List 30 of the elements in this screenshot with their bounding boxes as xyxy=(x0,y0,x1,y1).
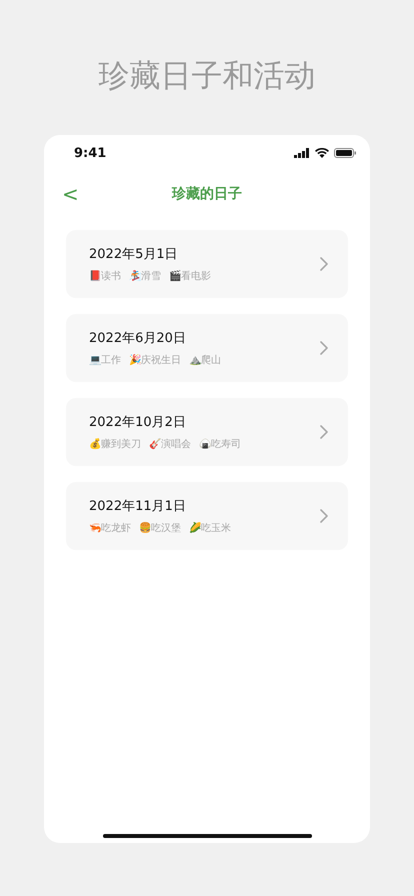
day-date: 2022年10月2日 xyxy=(89,414,187,431)
day-card[interactable]: 2022年11月1日 🦐吃龙虾 🍔吃汉堡 🌽吃玉米 xyxy=(66,482,348,550)
activity-tag: 🍔吃汉堡 xyxy=(139,521,181,535)
activity-tag: 🎬看电影 xyxy=(169,269,211,283)
chevron-icon xyxy=(320,425,328,439)
activity-tag: 🦐吃龙虾 xyxy=(89,521,131,535)
screen-title: 珍藏的日子 xyxy=(172,186,242,202)
activity-tag: 🍙吃寿司 xyxy=(199,437,241,451)
page-headline: 珍藏日子和活动 xyxy=(98,57,316,96)
battery-icon xyxy=(334,148,356,158)
activity-tag: 🏂滑雪 xyxy=(129,269,161,283)
status-time: 9:41 xyxy=(74,146,106,160)
chevron-icon xyxy=(320,509,328,523)
activity-tag: 🎉庆祝生日 xyxy=(129,353,181,367)
activity-tag: 💻工作 xyxy=(89,353,121,367)
wifi-icon xyxy=(315,148,329,158)
chevron-icon xyxy=(320,341,328,355)
day-date: 2022年5月1日 xyxy=(89,246,179,263)
signal-icon xyxy=(294,148,310,158)
day-date: 2022年6月20日 xyxy=(89,330,187,347)
day-card[interactable]: 2022年6月20日 💻工作 🎉庆祝生日 ⛰爬山 xyxy=(66,314,348,382)
activity-tag: 💰赚到美刀 xyxy=(89,437,141,451)
activity-tag: 📕读书 xyxy=(89,269,121,283)
chevron-icon xyxy=(320,257,328,271)
activity-tag: 🌽吃玉米 xyxy=(189,521,231,535)
day-card[interactable]: 2022年5月1日 📕读书 🏂滑雪 🎬看电影 xyxy=(66,230,348,298)
activity-tag: 🎸演唱会 xyxy=(149,437,191,451)
activity-tag: ⛰爬山 xyxy=(189,353,221,367)
day-date: 2022年11月1日 xyxy=(89,498,187,515)
day-card[interactable]: 2022年10月2日 💰赚到美刀 🎸演唱会 🍙吃寿司 xyxy=(66,398,348,466)
